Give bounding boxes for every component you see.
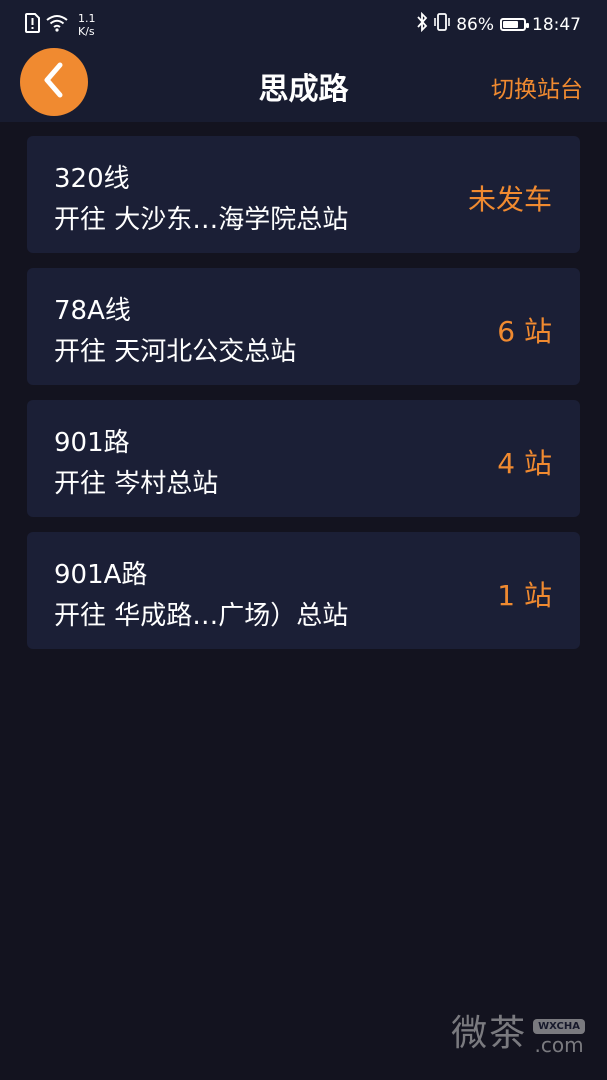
route-name: 320线	[54, 164, 130, 194]
vibrate-icon	[434, 12, 451, 37]
route-name: 901A路	[54, 560, 148, 590]
clock: 18:47	[532, 14, 581, 35]
bluetooth-icon	[416, 11, 428, 37]
network-speed: 1.1 K/s	[78, 12, 96, 38]
status-left: 1.1 K/s	[24, 12, 96, 38]
switch-station-button[interactable]: 切换站台	[491, 70, 583, 104]
route-destination: 开往 大沙东…海学院总站	[54, 205, 349, 235]
wifi-icon	[46, 14, 68, 36]
header: 思成路 切换站台	[0, 48, 607, 122]
watermark-tag: WXCHA .com	[533, 1019, 585, 1056]
route-destination: 开往 天河北公交总站	[54, 337, 297, 367]
network-speed-unit: K/s	[78, 25, 95, 38]
battery-icon	[500, 18, 529, 31]
network-speed-value: 1.1	[78, 12, 96, 25]
route-destination: 开往 华成路…广场）总站	[54, 601, 349, 631]
battery-percent: 86%	[456, 14, 494, 35]
route-status: 1 站	[497, 579, 552, 612]
status-right: 86% 18:47	[416, 11, 581, 37]
sim-alert-icon	[24, 13, 40, 37]
watermark-suffix: .com	[534, 1033, 584, 1057]
route-card[interactable]: 901路 开往 岑村总站 4 站	[27, 400, 580, 517]
route-status: 6 站	[497, 315, 552, 348]
route-name: 901路	[54, 428, 130, 458]
watermark-main-text: 微茶	[451, 1013, 528, 1054]
route-status: 未发车	[467, 183, 552, 216]
watermark-logo: 微茶 WXCHA .com	[451, 1004, 585, 1056]
watermark-badge: WXCHA	[533, 1019, 585, 1034]
route-list: 320线 开往 大沙东…海学院总站 未发车 78A线 开往 天河北公交总站 6 …	[27, 136, 580, 664]
battery-level	[503, 21, 519, 28]
route-card[interactable]: 78A线 开往 天河北公交总站 6 站	[27, 268, 580, 385]
status-bar: 1.1 K/s 86% 18:47	[0, 0, 607, 48]
route-card[interactable]: 320线 开往 大沙东…海学院总站 未发车	[27, 136, 580, 253]
route-name: 78A线	[54, 296, 131, 326]
route-destination: 开往 岑村总站	[54, 469, 219, 499]
route-card[interactable]: 901A路 开往 华成路…广场）总站 1 站	[27, 532, 580, 649]
route-status: 4 站	[497, 447, 552, 480]
